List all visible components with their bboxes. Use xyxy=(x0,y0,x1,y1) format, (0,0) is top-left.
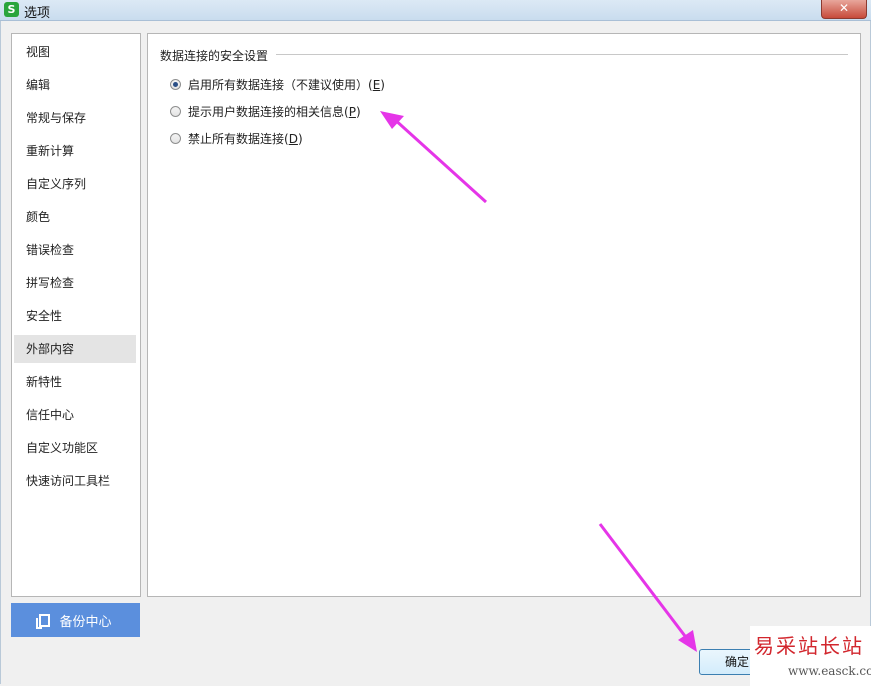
sidebar-item[interactable]: 错误检查 xyxy=(14,236,136,264)
options-dialog: 视图编辑常规与保存重新计算自定义序列颜色错误检查拼写检查安全性外部内容新特性信任… xyxy=(0,21,871,684)
content-panel: 数据连接的安全设置 启用所有数据连接（不建议使用）(E) 提示用户数据连接的相关信… xyxy=(147,33,861,597)
watermark-logo: 易采站长站 www.easck.com xyxy=(750,626,871,686)
sidebar-item[interactable]: 信任中心 xyxy=(14,401,136,429)
radio-option[interactable]: 提示用户数据连接的相关信息(P) xyxy=(170,102,361,120)
group-title: 数据连接的安全设置 xyxy=(160,47,273,64)
sidebar: 视图编辑常规与保存重新计算自定义序列颜色错误检查拼写检查安全性外部内容新特性信任… xyxy=(11,33,141,597)
radio-label: 提示用户数据连接的相关信息(P) xyxy=(188,103,361,120)
radio-button[interactable] xyxy=(170,78,181,90)
sidebar-item[interactable]: 自定义序列 xyxy=(14,170,136,198)
sidebar-item[interactable]: 视图 xyxy=(14,38,136,66)
sidebar-item[interactable]: 拼写检查 xyxy=(14,269,136,297)
radio-accesskey: P xyxy=(348,104,356,119)
backup-center-button[interactable]: 备份中心 xyxy=(11,603,140,637)
backup-center-label: 备份中心 xyxy=(59,614,112,630)
radio-option[interactable]: 启用所有数据连接（不建议使用）(E) xyxy=(170,75,385,93)
radio-label-suffix: ) xyxy=(297,131,303,146)
close-button[interactable]: ✕ xyxy=(821,0,867,19)
watermark-title: 易采站长站 xyxy=(754,634,864,658)
watermark-url: www.easck.com xyxy=(788,664,871,678)
radio-label-suffix: ) xyxy=(380,77,385,92)
sidebar-item[interactable]: 颜色 xyxy=(14,203,136,231)
radio-accesskey: D xyxy=(288,131,298,146)
window-title: 选项 xyxy=(24,6,51,21)
sidebar-item[interactable]: 新特性 xyxy=(14,368,136,396)
radio-label-text: 启用所有数据连接（不建议使用）( xyxy=(188,77,373,92)
close-icon: ✕ xyxy=(838,1,850,15)
sidebar-item[interactable]: 自定义功能区 xyxy=(14,434,136,462)
sidebar-item[interactable]: 快速访问工具栏 xyxy=(14,467,136,495)
radio-label: 禁止所有数据连接(D) xyxy=(188,130,303,147)
sidebar-item[interactable]: 外部内容 xyxy=(14,335,136,363)
radio-button[interactable] xyxy=(170,105,181,117)
sidebar-item[interactable]: 常规与保存 xyxy=(14,104,136,132)
group-divider xyxy=(276,54,848,55)
radio-label-text: 禁止所有数据连接( xyxy=(188,131,289,146)
sidebar-item[interactable]: 安全性 xyxy=(14,302,136,330)
sidebar-item[interactable]: 重新计算 xyxy=(14,137,136,165)
radio-label: 启用所有数据连接（不建议使用）(E) xyxy=(188,76,385,93)
radio-label-suffix: ) xyxy=(355,104,361,119)
sidebar-item[interactable]: 编辑 xyxy=(14,71,136,99)
radio-option[interactable]: 禁止所有数据连接(D) xyxy=(170,129,303,147)
radio-button[interactable] xyxy=(170,132,181,144)
app-icon: S xyxy=(4,2,19,17)
backup-icon xyxy=(36,613,51,629)
radio-label-text: 提示用户数据连接的相关信息( xyxy=(188,104,349,119)
title-bar: S 选项 ✕ xyxy=(0,0,871,21)
